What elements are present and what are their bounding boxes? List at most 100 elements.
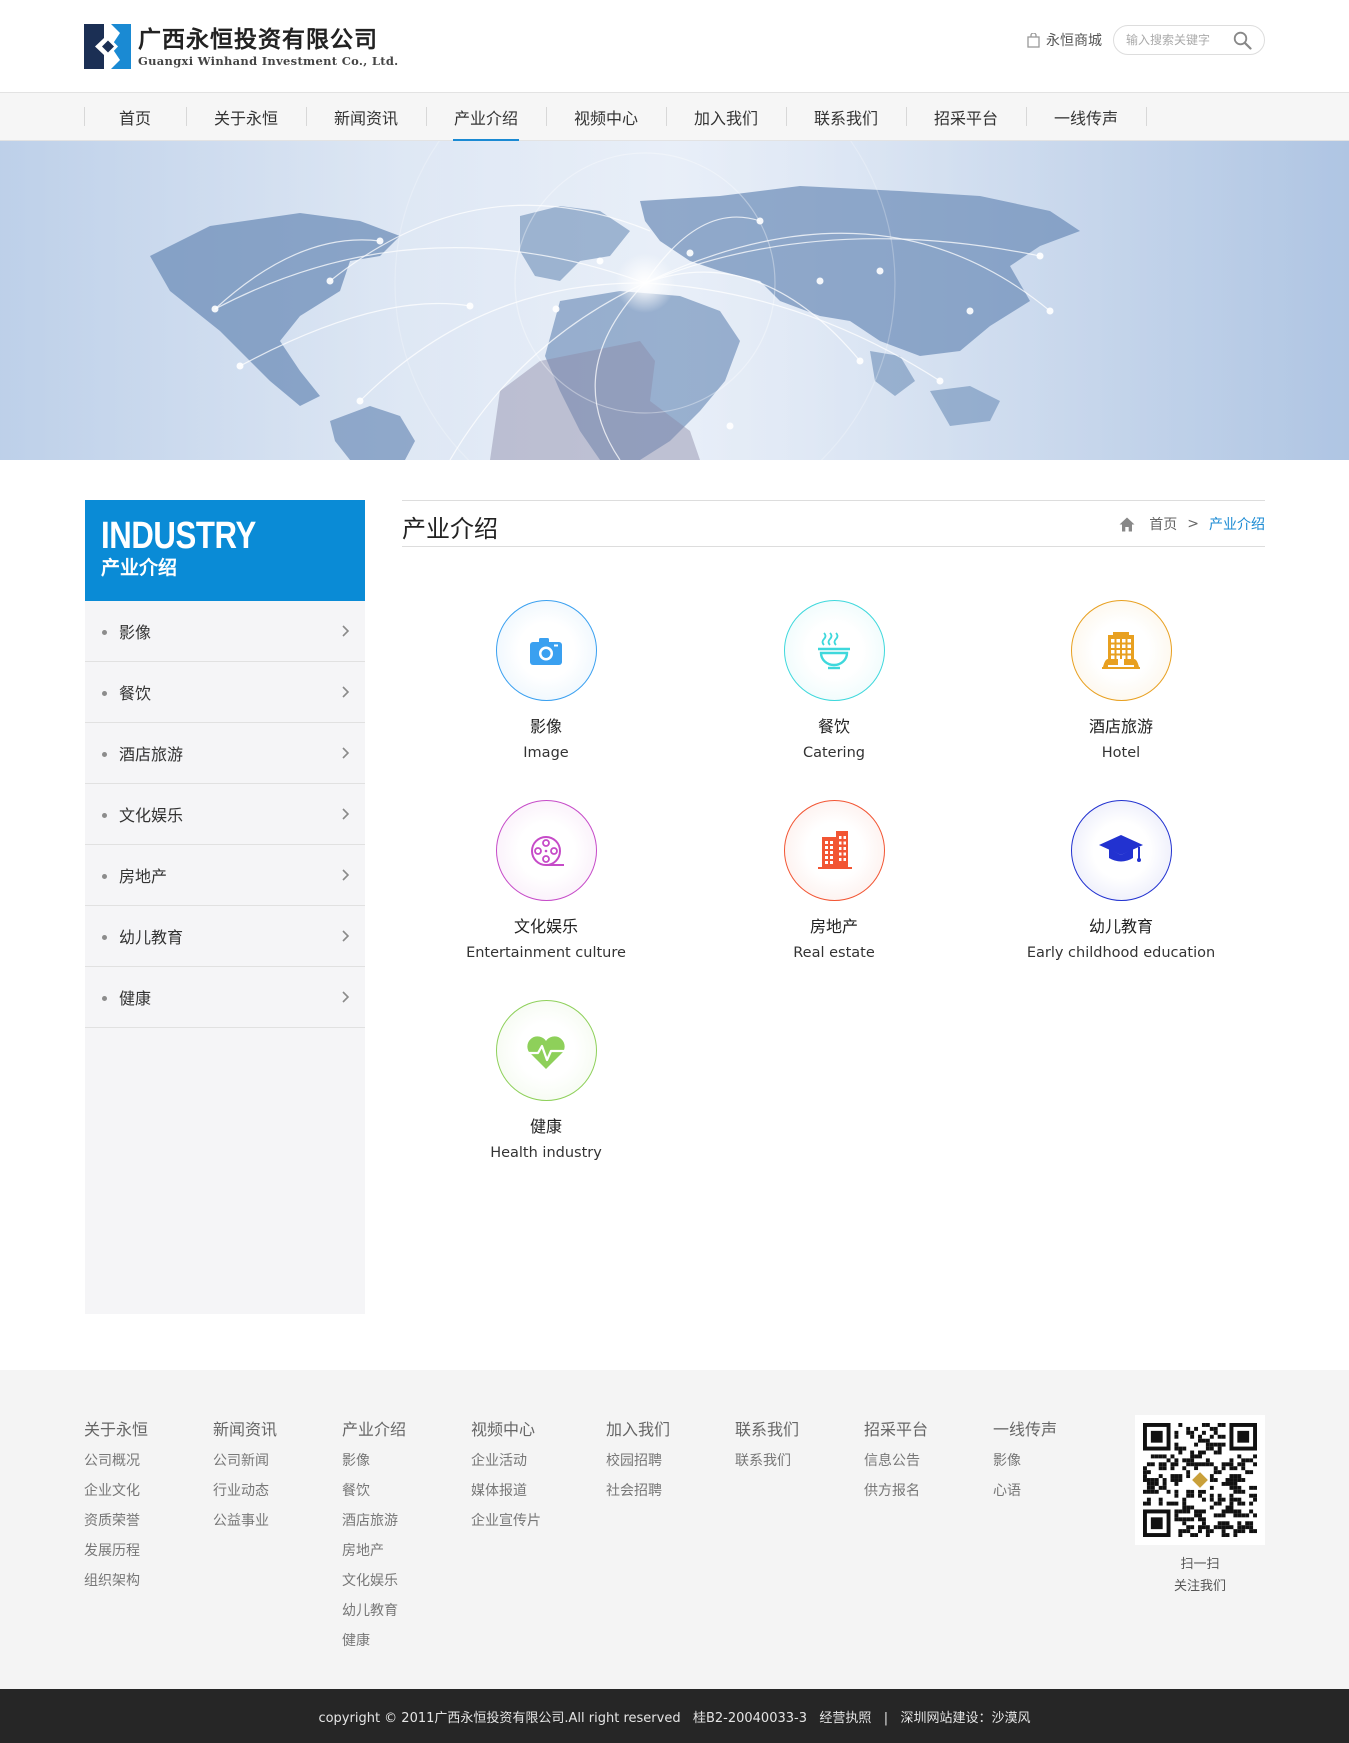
nav-item-label: 产业介绍 (453, 108, 518, 128)
breadcrumb-home[interactable]: 首页 (1149, 514, 1177, 534)
footer-link[interactable]: 文化娱乐 (342, 1572, 406, 1590)
footer-link[interactable]: 企业文化 (84, 1482, 148, 1500)
film-reel-icon (531, 835, 564, 866)
nav-divider (84, 107, 85, 126)
sidebar-item[interactable]: 影像 (85, 601, 365, 662)
footer-link[interactable]: 幼儿教育 (342, 1602, 406, 1620)
footer-link[interactable]: 发展历程 (84, 1542, 148, 1560)
footer-column-title[interactable]: 产业介绍 (342, 1420, 406, 1440)
site-footer: 关于永恒公司概况企业文化资质荣誉发展历程组织架构 新闻资讯公司新闻行业动态公益事业… (0, 1370, 1349, 1689)
footer-link[interactable]: 健康 (342, 1632, 406, 1650)
nav-divider (306, 107, 307, 126)
footer-link[interactable]: 公司概况 (84, 1452, 148, 1470)
nav-item[interactable]: 一线传声 (1026, 93, 1146, 140)
footer-link[interactable]: 组织架构 (84, 1572, 148, 1590)
nav-item[interactable]: 招采平台 (906, 93, 1026, 140)
footer-column-title[interactable]: 一线传声 (993, 1420, 1057, 1440)
footer-link[interactable]: 资质荣誉 (84, 1512, 148, 1530)
footer-link[interactable]: 房地产 (342, 1542, 406, 1560)
nav-item[interactable]: 加入我们 (666, 93, 786, 140)
footer-column: 一线传声 影像 心语 (993, 1420, 1057, 1512)
nav-item-label: 关于永恒 (213, 108, 278, 128)
search-icon[interactable] (1233, 31, 1252, 50)
industry-name-cn: 房地产 (809, 917, 858, 936)
footer-link[interactable]: 心语 (993, 1482, 1057, 1500)
company-name-cn: 广西永恒投资有限公司 (138, 26, 378, 53)
footer-column-title[interactable]: 视频中心 (471, 1420, 541, 1440)
footer-column-title[interactable]: 加入我们 (606, 1420, 670, 1440)
heartbeat-icon (527, 1035, 565, 1069)
nav-item[interactable]: 视频中心 (546, 93, 666, 140)
home-icon[interactable] (1119, 517, 1135, 532)
industry-card[interactable]: 幼儿教育 Early childhood education (991, 800, 1251, 962)
footer-column-title[interactable]: 关于永恒 (84, 1420, 148, 1440)
sidebar-item[interactable]: 酒店旅游 (85, 723, 365, 784)
qr-caption-follow: 关注我们 (1173, 1579, 1226, 1594)
footer-link[interactable]: 餐饮 (342, 1482, 406, 1500)
qr-caption-scan: 扫一扫 (1180, 1557, 1220, 1572)
breadcrumb-current[interactable]: 产业介绍 (1209, 514, 1265, 534)
search-input[interactable] (1126, 31, 1236, 49)
nav-item[interactable]: 首页 (84, 93, 186, 140)
sidebar-item-label: 幼儿教育 (119, 928, 184, 947)
footer-link[interactable]: 媒体报道 (471, 1482, 541, 1500)
breadcrumb-separator: > (1187, 516, 1199, 532)
industry-card[interactable]: 餐饮 Catering (704, 600, 964, 762)
footer-column-title[interactable]: 招采平台 (864, 1420, 928, 1440)
footer-link[interactable]: 联系我们 (735, 1452, 799, 1470)
footer-link[interactable]: 影像 (342, 1452, 406, 1470)
nav-divider (666, 107, 667, 126)
footer-link[interactable]: 信息公告 (864, 1452, 928, 1470)
copyright-bar: copyright © 2011广西永恒投资有限公司.All right res… (0, 1689, 1349, 1743)
footer-link[interactable]: 酒店旅游 (342, 1512, 406, 1530)
footer-link[interactable]: 公益事业 (213, 1512, 277, 1530)
nav-divider (1146, 107, 1147, 126)
footer-column-title[interactable]: 新闻资讯 (213, 1420, 277, 1440)
sidebar-header: INDUSTRY 产业介绍 (85, 500, 365, 601)
sidebar-item[interactable]: 文化娱乐 (85, 784, 365, 845)
nav-item[interactable]: 关于永恒 (186, 93, 306, 140)
nav-list: 首页 关于永恒 新闻资讯 产业介绍 视频中心 加入我们 联系我们 招采平台 一线传声 (84, 93, 1265, 141)
nav-divider (186, 107, 187, 126)
sidebar-item[interactable]: 健康 (85, 967, 365, 1028)
industry-name-en: Image (523, 745, 569, 761)
industry-card[interactable]: 影像 Image (416, 600, 676, 762)
bullet-icon (102, 996, 107, 1001)
sidebar: INDUSTRY 产业介绍 影像 餐饮 酒店旅游文化娱乐房地产幼儿教育健康 (85, 500, 365, 1314)
industry-card[interactable]: 文化娱乐 Entertainment culture (416, 800, 676, 962)
footer-link[interactable]: 企业活动 (471, 1452, 541, 1470)
nav-divider (546, 107, 547, 126)
hero-banner (0, 141, 1349, 460)
sidebar-item-label: 文化娱乐 (119, 806, 184, 825)
nav-item[interactable]: 联系我们 (786, 93, 906, 140)
mall-link[interactable]: 永恒商城 (1027, 30, 1102, 50)
industry-name-cn: 文化娱乐 (513, 917, 578, 936)
industry-card[interactable]: 酒店旅游 Hotel (991, 600, 1251, 762)
bullet-icon (102, 752, 107, 757)
nav-divider (786, 107, 787, 126)
footer-link[interactable]: 校园招聘 (606, 1452, 670, 1470)
nav-item-label: 联系我们 (813, 108, 878, 128)
nav-item[interactable]: 新闻资讯 (306, 93, 426, 140)
footer-link[interactable]: 公司新闻 (213, 1452, 277, 1470)
footer-column: 招采平台信息公告供方报名 (864, 1420, 928, 1512)
industry-card[interactable]: 健康 Health industry (416, 1000, 676, 1162)
nav-item-label: 首页 (118, 108, 151, 128)
nav-item[interactable]: 产业介绍 (426, 93, 546, 141)
footer-link[interactable]: 行业动态 (213, 1482, 277, 1500)
footer-link[interactable]: 企业宣传片 (471, 1512, 541, 1530)
footer-link[interactable]: 社会招聘 (606, 1482, 670, 1500)
nav-item-label: 加入我们 (693, 108, 758, 128)
company-logo[interactable]: 广西永恒投资有限公司 Guangxi Winhand Investment Co… (84, 24, 399, 69)
industry-card[interactable]: 房地产 Real estate (704, 800, 964, 962)
industry-icon-circle (495, 600, 597, 701)
content-header: 产业介绍 首页 > 产业介绍 (402, 500, 1265, 547)
main-nav: 首页 关于永恒 新闻资讯 产业介绍 视频中心 加入我们 联系我们 招采平台 一线传声 (0, 92, 1349, 141)
footer-link[interactable]: 供方报名 (864, 1482, 928, 1500)
chevron-right-icon (342, 625, 350, 637)
sidebar-item[interactable]: 幼儿教育 (85, 906, 365, 967)
footer-link[interactable]: 影像 (993, 1452, 1057, 1470)
sidebar-item[interactable]: 餐饮 (85, 662, 365, 723)
footer-column-title[interactable]: 联系我们 (735, 1420, 799, 1440)
sidebar-item[interactable]: 房地产 (85, 845, 365, 906)
